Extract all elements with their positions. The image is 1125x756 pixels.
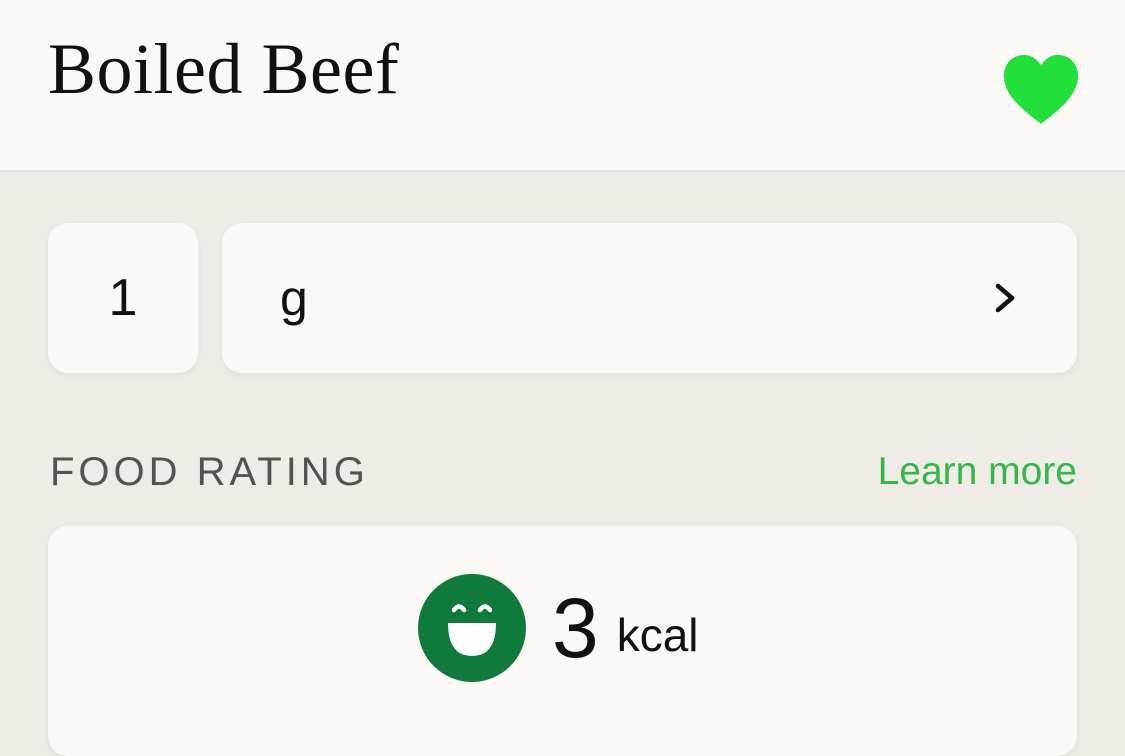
page-title: Boiled Beef	[48, 29, 400, 109]
smiling-face-icon	[418, 574, 526, 682]
header-bar: Boiled Beef	[0, 0, 1125, 172]
unit-label: g	[280, 270, 308, 326]
food-rating-heading: FOOD RATING	[50, 450, 369, 494]
learn-more-link[interactable]: Learn more	[878, 448, 1077, 496]
quantity-value: 1	[108, 269, 138, 327]
food-rating-card: 3 kcal	[48, 526, 1077, 756]
kcal-value: 3	[552, 581, 599, 675]
quantity-input[interactable]: 1	[48, 223, 198, 373]
unit-selector[interactable]: g	[222, 223, 1077, 373]
chevron-right-icon	[995, 283, 1015, 313]
heart-icon	[1004, 55, 1078, 124]
kcal-unit: kcal	[616, 609, 699, 661]
favorite-button[interactable]	[1000, 50, 1082, 128]
rating-summary: 3 kcal	[418, 574, 699, 682]
